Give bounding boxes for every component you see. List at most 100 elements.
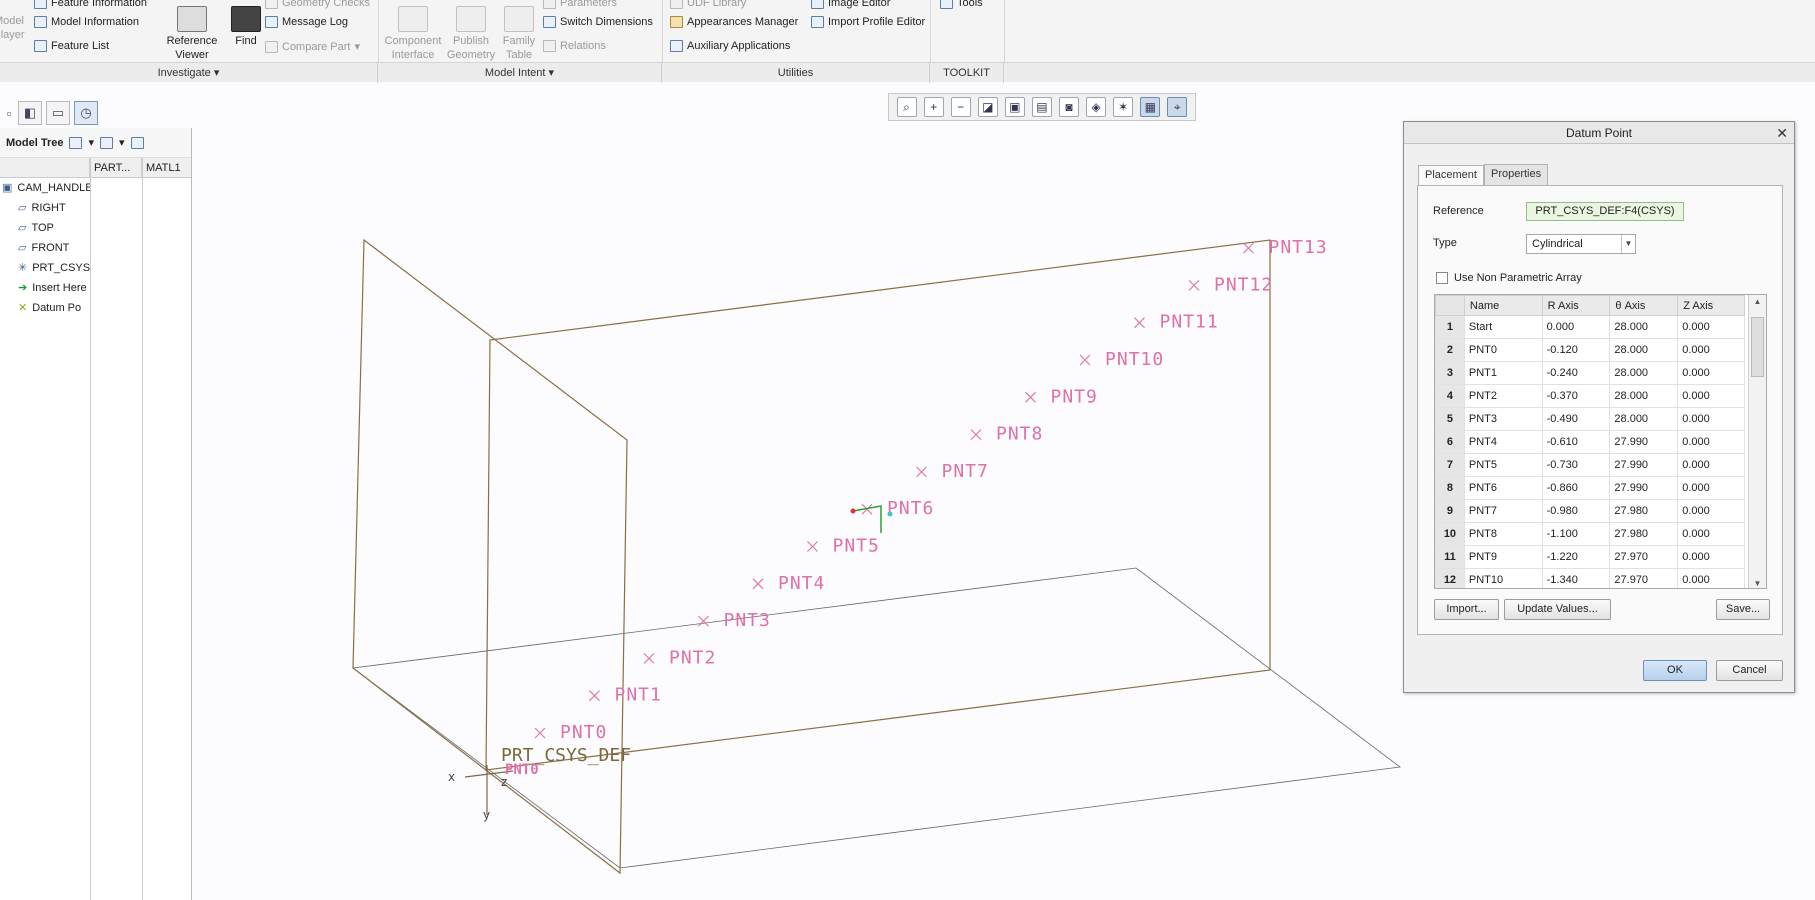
cell-z-axis[interactable]: 0.000: [1677, 430, 1745, 454]
type-dropdown[interactable]: Cylindrical ▼: [1526, 234, 1636, 254]
appearances-manager-button[interactable]: Appearances Manager: [670, 16, 798, 28]
cell-z-axis[interactable]: 0.000: [1677, 315, 1745, 339]
cell-name[interactable]: PNT10: [1463, 568, 1543, 588]
refit-icon[interactable]: ⌕: [896, 97, 917, 117]
cell-name[interactable]: PNT0: [1463, 338, 1543, 362]
cell-z-axis[interactable]: 0.000: [1677, 384, 1745, 408]
compare-part-button[interactable]: Compare Part ▾: [265, 40, 360, 53]
group-model-intent[interactable]: Model Intent ▾: [378, 63, 662, 83]
cancel-button[interactable]: Cancel: [1716, 660, 1783, 681]
table-row[interactable]: 2 PNT0 -0.120 28.000 0.000: [1435, 338, 1745, 362]
cell-z-axis[interactable]: 0.000: [1677, 476, 1745, 500]
cell-name[interactable]: PNT3: [1463, 407, 1543, 431]
cell-theta-axis[interactable]: 27.980: [1609, 522, 1679, 546]
save-button[interactable]: Save...: [1716, 599, 1770, 620]
parameters-button[interactable]: Parameters: [543, 0, 617, 9]
cell-r-axis[interactable]: -1.100: [1541, 522, 1611, 546]
zoom-out-icon[interactable]: −: [950, 97, 971, 117]
cell-z-axis[interactable]: 0.000: [1677, 407, 1745, 431]
image-editor-button[interactable]: Image Editor: [811, 0, 890, 9]
folder-browser-icon[interactable]: ▭: [46, 101, 70, 125]
tree-item[interactable]: ▱ FRONT: [0, 238, 90, 258]
message-log-button[interactable]: Message Log: [265, 16, 348, 28]
table-row[interactable]: 7 PNT5 -0.730 27.990 0.000: [1435, 453, 1745, 477]
tree-column-matl[interactable]: MATL1: [142, 158, 190, 177]
chevron-down-icon[interactable]: ▾: [88, 136, 94, 149]
cell-z-axis[interactable]: 0.000: [1677, 453, 1745, 477]
tree-item[interactable]: ▱ RIGHT: [0, 198, 90, 218]
layer-tree-icon[interactable]: ◧: [18, 101, 42, 125]
cell-name[interactable]: PNT2: [1463, 384, 1543, 408]
geometry-checks-button[interactable]: Geometry Checks: [265, 0, 370, 9]
view-manager-icon[interactable]: ◙: [1059, 97, 1079, 117]
scroll-thumb[interactable]: [1751, 317, 1764, 377]
cell-name[interactable]: PNT4: [1463, 430, 1543, 454]
scroll-up-icon[interactable]: ▲: [1749, 295, 1766, 309]
scroll-down-icon[interactable]: ▼: [1749, 577, 1766, 588]
table-row[interactable]: 12 PNT10 -1.340 27.970 0.000: [1435, 568, 1745, 588]
cell-z-axis[interactable]: 0.000: [1677, 361, 1745, 385]
cell-name[interactable]: PNT9: [1463, 545, 1543, 569]
cell-r-axis[interactable]: -0.240: [1541, 361, 1611, 385]
relations-button[interactable]: Relations: [543, 40, 606, 52]
history-icon[interactable]: ◷: [74, 101, 98, 125]
ok-button[interactable]: OK: [1643, 660, 1707, 681]
cell-r-axis[interactable]: -0.860: [1541, 476, 1611, 500]
table-row[interactable]: 4 PNT2 -0.370 28.000 0.000: [1435, 384, 1745, 408]
tree-item[interactable]: ✕ Datum Po: [0, 298, 90, 318]
cell-r-axis[interactable]: -0.980: [1541, 499, 1611, 523]
cell-theta-axis[interactable]: 28.000: [1609, 315, 1679, 339]
family-table-button[interactable]: Family Table: [500, 6, 538, 62]
cell-theta-axis[interactable]: 27.990: [1609, 430, 1679, 454]
cell-r-axis[interactable]: -0.370: [1541, 384, 1611, 408]
cell-theta-axis[interactable]: 28.000: [1609, 407, 1679, 431]
reference-viewer-button[interactable]: Reference Viewer: [164, 6, 220, 62]
annotation-display-icon[interactable]: ▦: [1140, 97, 1161, 117]
table-row[interactable]: 9 PNT7 -0.980 27.980 0.000: [1435, 499, 1745, 523]
cell-name[interactable]: PNT8: [1463, 522, 1543, 546]
reference-collector[interactable]: PRT_CSYS_DEF:F4(CSYS): [1526, 202, 1684, 221]
cell-r-axis[interactable]: -1.220: [1541, 545, 1611, 569]
non-parametric-checkbox[interactable]: [1436, 272, 1448, 284]
cell-z-axis[interactable]: 0.000: [1677, 545, 1745, 569]
collapse-icon[interactable]: ▫: [4, 101, 14, 125]
cell-z-axis[interactable]: 0.000: [1677, 499, 1745, 523]
perspective-icon[interactable]: ◈: [1086, 97, 1107, 117]
cell-z-axis[interactable]: 0.000: [1677, 568, 1745, 588]
cell-name[interactable]: Start: [1463, 315, 1543, 339]
tab-properties[interactable]: Properties: [1483, 164, 1549, 185]
col-name-header[interactable]: Name: [1463, 295, 1543, 316]
table-scrollbar[interactable]: ▲ ▼: [1748, 295, 1766, 588]
feature-list-button[interactable]: Feature List: [34, 40, 109, 52]
table-row[interactable]: 6 PNT4 -0.610 27.990 0.000: [1435, 430, 1745, 454]
graphics-viewport[interactable]: PNT0 PNT1 PNT2 PNT3 PNT4 PNT5 PNT6 PNT7 PNT8 PNT9…: [193, 130, 1403, 900]
table-row[interactable]: 1 Start 0.000 28.000 0.000: [1435, 315, 1745, 339]
cell-r-axis[interactable]: 0.000: [1541, 315, 1611, 339]
cell-theta-axis[interactable]: 27.990: [1609, 476, 1679, 500]
cell-theta-axis[interactable]: 27.970: [1609, 568, 1679, 588]
table-row[interactable]: 10 PNT8 -1.100 27.980 0.000: [1435, 522, 1745, 546]
cell-theta-axis[interactable]: 28.000: [1609, 384, 1679, 408]
cell-z-axis[interactable]: 0.000: [1677, 338, 1745, 362]
tree-item[interactable]: ▱ TOP: [0, 218, 90, 238]
cell-theta-axis[interactable]: 27.970: [1609, 545, 1679, 569]
cell-r-axis[interactable]: -0.730: [1541, 453, 1611, 477]
cell-name[interactable]: PNT6: [1463, 476, 1543, 500]
spin-center-icon[interactable]: ⌖: [1167, 97, 1188, 117]
table-row[interactable]: 5 PNT3 -0.490 28.000 0.000: [1435, 407, 1745, 431]
saved-orientations-icon[interactable]: ▤: [1031, 97, 1052, 117]
model-player-button[interactable]: Model Player: [0, 14, 26, 42]
table-row[interactable]: 3 PNT1 -0.240 28.000 0.000: [1435, 361, 1745, 385]
tree-filters-icon[interactable]: [130, 136, 144, 149]
display-style-icon[interactable]: ▣: [1004, 97, 1025, 117]
datum-display-icon[interactable]: ✶: [1113, 97, 1134, 117]
table-row[interactable]: 8 PNT6 -0.860 27.990 0.000: [1435, 476, 1745, 500]
table-row[interactable]: 11 PNT9 -1.220 27.970 0.000: [1435, 545, 1745, 569]
import-profile-editor-button[interactable]: Import Profile Editor: [811, 16, 925, 28]
cell-r-axis[interactable]: -0.610: [1541, 430, 1611, 454]
col-r-axis-header[interactable]: R Axis: [1541, 295, 1611, 316]
switch-dimensions-button[interactable]: Switch Dimensions: [543, 16, 653, 28]
tree-item[interactable]: ▣ CAM_HANDLE.: [0, 178, 90, 198]
model-information-button[interactable]: Model Information: [34, 16, 139, 28]
cell-name[interactable]: PNT5: [1463, 453, 1543, 477]
